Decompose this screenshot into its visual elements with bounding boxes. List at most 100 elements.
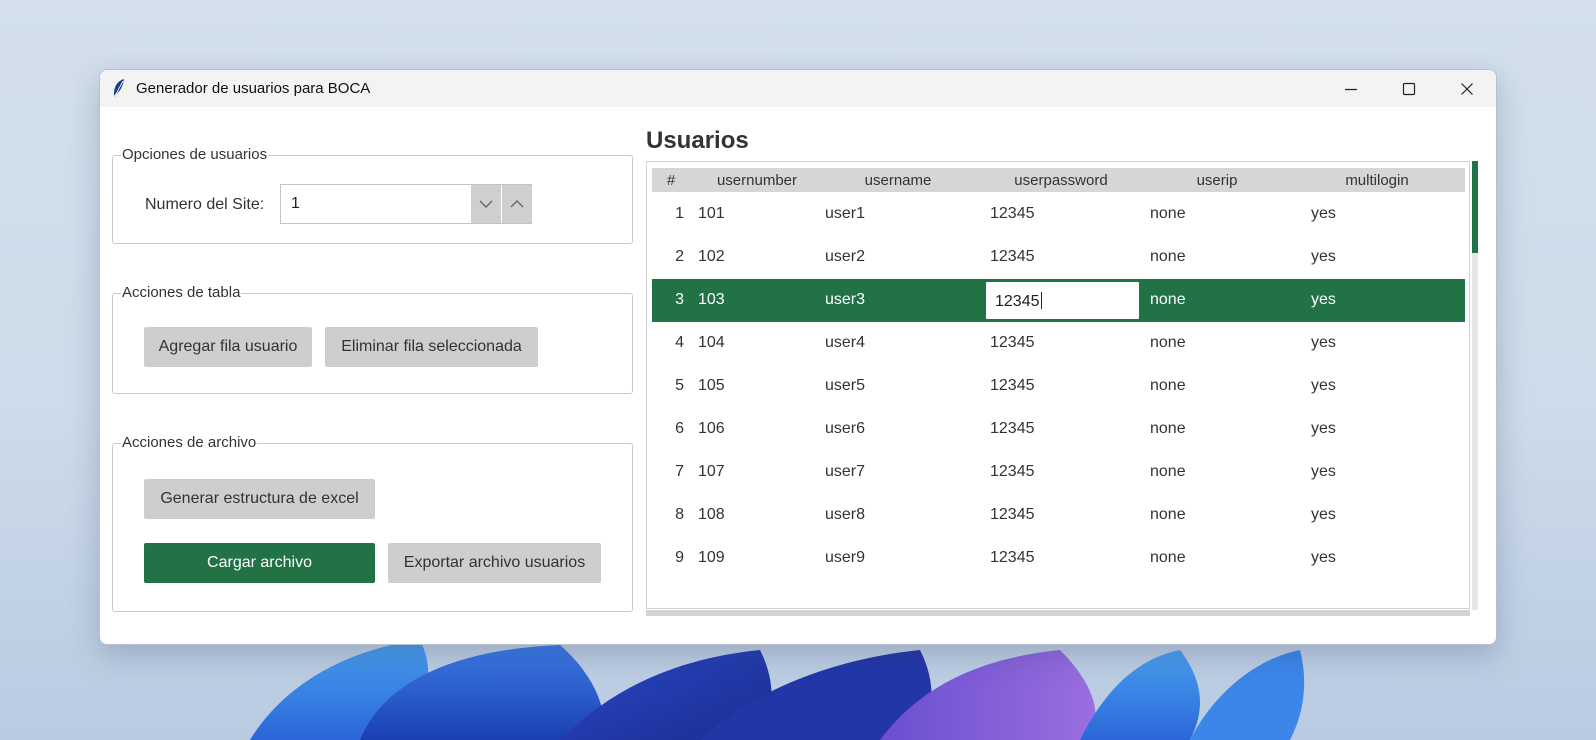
file-actions-group: Acciones de archivo Generar estructura d… (112, 434, 633, 612)
cell-edit-text: 12345 (995, 293, 1040, 310)
cell-index: 9 (675, 549, 684, 566)
cell-userpassword[interactable]: 12345 (990, 463, 1035, 481)
table-row[interactable]: 2 102 user2 12345 none yes (652, 236, 1465, 279)
app-window: Generador de usuarios para BOCA Opciones… (99, 69, 1497, 645)
cell-username[interactable]: user4 (825, 334, 865, 352)
table-row[interactable]: 9 109 user9 12345 none yes (652, 537, 1465, 580)
text-caret (1040, 292, 1042, 309)
minimize-icon (1345, 88, 1357, 90)
cell-usernumber[interactable]: 101 (698, 205, 725, 223)
cell-username[interactable]: user7 (825, 463, 865, 481)
cell-usernumber[interactable]: 106 (698, 420, 725, 438)
table-row[interactable]: 8 108 user8 12345 none yes (652, 494, 1465, 537)
column-header-username[interactable]: username (848, 172, 948, 189)
cell-userpassword[interactable]: 12345 (990, 205, 1035, 223)
cell-index: 5 (675, 377, 684, 394)
close-button[interactable] (1438, 70, 1496, 107)
cell-usernumber[interactable]: 103 (698, 291, 725, 309)
cell-username[interactable]: user5 (825, 377, 865, 395)
chevron-down-icon (479, 200, 493, 208)
cell-userip[interactable]: none (1150, 334, 1186, 352)
cell-index: 1 (675, 205, 684, 222)
site-number-spinbox[interactable]: 1 (280, 184, 532, 224)
maximize-button[interactable] (1380, 70, 1438, 107)
table-row[interactable]: 7 107 user7 12345 none yes (652, 451, 1465, 494)
column-header-userpassword[interactable]: userpassword (996, 172, 1126, 189)
cell-userpassword[interactable]: 12345 (990, 506, 1035, 524)
cell-index: 2 (675, 248, 684, 265)
cell-username[interactable]: user9 (825, 549, 865, 567)
cell-userip[interactable]: none (1150, 248, 1186, 266)
column-header-multilogin[interactable]: multilogin (1327, 172, 1427, 189)
users-table: # usernumber username userpassword useri… (646, 161, 1470, 609)
cell-multilogin[interactable]: yes (1311, 506, 1336, 524)
table-row[interactable]: 5 105 user5 12345 none yes (652, 365, 1465, 408)
chevron-up-icon (510, 200, 524, 208)
horizontal-scrollbar[interactable] (646, 610, 1470, 616)
cell-multilogin[interactable]: yes (1311, 377, 1336, 395)
spin-down-button[interactable] (471, 185, 501, 223)
export-users-button[interactable]: Exportar archivo usuarios (388, 543, 601, 583)
cell-userip[interactable]: none (1150, 420, 1186, 438)
cell-multilogin[interactable]: yes (1311, 549, 1336, 567)
cell-usernumber[interactable]: 108 (698, 506, 725, 524)
cell-edit-value: 12345 (995, 292, 1042, 311)
table-actions-label: Acciones de tabla (121, 284, 242, 302)
add-row-button[interactable]: Agregar fila usuario (144, 327, 312, 367)
generate-excel-button[interactable]: Generar estructura de excel (144, 479, 375, 519)
cell-multilogin[interactable]: yes (1311, 205, 1336, 223)
cell-userip[interactable]: none (1150, 549, 1186, 567)
file-actions-label: Acciones de archivo (121, 434, 258, 452)
cell-userip[interactable]: none (1150, 205, 1186, 223)
vertical-scrollbar-thumb[interactable] (1472, 161, 1478, 253)
cell-index: 3 (675, 291, 684, 308)
cell-username[interactable]: user1 (825, 205, 865, 223)
cell-edit-input[interactable]: 12345 (984, 280, 1141, 321)
cell-userpassword[interactable]: 12345 (990, 248, 1035, 266)
cell-userpassword[interactable]: 12345 (990, 334, 1035, 352)
cell-username[interactable]: user3 (825, 291, 865, 309)
cell-index: 6 (675, 420, 684, 437)
column-header-userip[interactable]: userip (1167, 172, 1267, 189)
cell-userip[interactable]: none (1150, 377, 1186, 395)
column-header-usernumber[interactable]: usernumber (703, 172, 811, 189)
cell-userip[interactable]: none (1150, 291, 1186, 309)
spin-up-button[interactable] (502, 185, 532, 223)
cell-usernumber[interactable]: 104 (698, 334, 725, 352)
cell-userpassword[interactable]: 12345 (990, 420, 1035, 438)
cell-index: 7 (675, 463, 684, 480)
cell-index: 8 (675, 506, 684, 523)
cell-usernumber[interactable]: 105 (698, 377, 725, 395)
delete-row-button[interactable]: Eliminar fila seleccionada (325, 327, 538, 367)
users-section-title: Usuarios (646, 127, 749, 154)
cell-multilogin[interactable]: yes (1311, 420, 1336, 438)
close-icon (1461, 82, 1473, 95)
cell-usernumber[interactable]: 102 (698, 248, 725, 266)
cell-username[interactable]: user8 (825, 506, 865, 524)
load-file-button[interactable]: Cargar archivo (144, 543, 375, 583)
window-title: Generador de usuarios para BOCA (136, 80, 371, 97)
cell-userip[interactable]: none (1150, 506, 1186, 524)
cell-username[interactable]: user2 (825, 248, 865, 266)
cell-userpassword[interactable]: 12345 (990, 549, 1035, 567)
cell-multilogin[interactable]: yes (1311, 291, 1336, 309)
site-number-label: Numero del Site: (145, 196, 265, 213)
column-header-index[interactable]: # (661, 172, 681, 189)
table-header: # usernumber username userpassword useri… (652, 168, 1465, 192)
table-row[interactable]: 6 106 user6 12345 none yes (652, 408, 1465, 451)
cell-multilogin[interactable]: yes (1311, 248, 1336, 266)
table-actions-group: Acciones de tabla Agregar fila usuario E… (112, 284, 633, 394)
cell-usernumber[interactable]: 107 (698, 463, 725, 481)
table-row-selected[interactable]: 3 103 user3 12345 none yes (652, 279, 1465, 322)
minimize-button[interactable] (1322, 70, 1380, 107)
cell-multilogin[interactable]: yes (1311, 334, 1336, 352)
cell-username[interactable]: user6 (825, 420, 865, 438)
cell-userip[interactable]: none (1150, 463, 1186, 481)
table-row[interactable]: 1 101 user1 12345 none yes (652, 193, 1465, 236)
cell-multilogin[interactable]: yes (1311, 463, 1336, 481)
cell-userpassword[interactable]: 12345 (990, 377, 1035, 395)
cell-usernumber[interactable]: 109 (698, 549, 725, 567)
title-bar[interactable]: Generador de usuarios para BOCA (100, 70, 1496, 107)
table-row[interactable]: 4 104 user4 12345 none yes (652, 322, 1465, 365)
user-options-label: Opciones de usuarios (121, 146, 269, 164)
